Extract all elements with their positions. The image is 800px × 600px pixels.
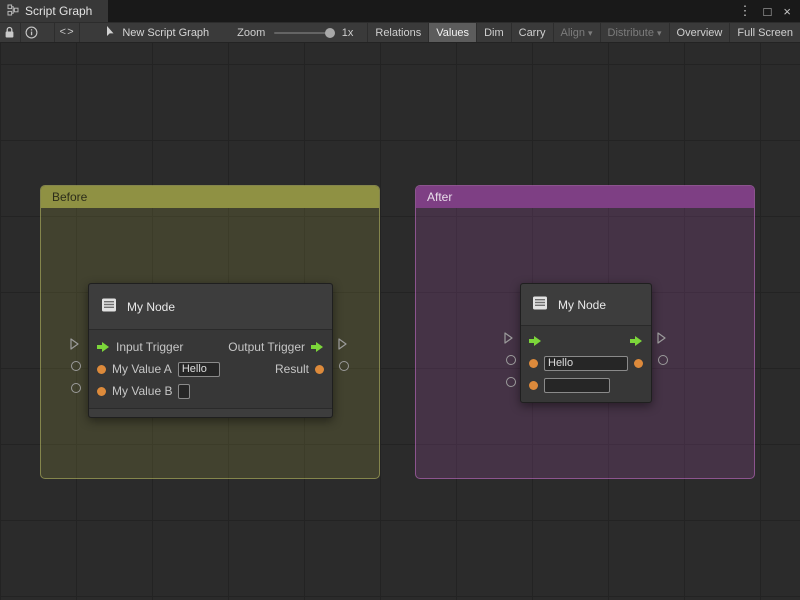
result-label: Result [275, 362, 309, 376]
tab-title: Script Graph [25, 4, 92, 18]
values-button[interactable]: Values [428, 23, 476, 42]
graph-toolbar: <> New Script Graph Zoom 1x Relations Va… [0, 22, 800, 43]
node-before[interactable]: My Node Input Trigger Output Trigger [88, 283, 333, 418]
distribute-label: Distribute [608, 27, 654, 39]
result-ext-port[interactable] [339, 361, 349, 371]
script-graph-window: Script Graph ⋮ □ × <> New Script Graph Z… [0, 0, 800, 600]
carry-button[interactable]: Carry [511, 23, 553, 42]
value-port-row [521, 374, 651, 396]
flow-output-ext-port[interactable] [657, 332, 666, 344]
group-before-header[interactable]: Before [41, 186, 379, 208]
flow-port-row: Input Trigger Output Trigger [89, 336, 332, 358]
node-icon [530, 293, 550, 316]
value-b-port-dot[interactable] [97, 387, 106, 396]
align-button: Align ▾ [553, 23, 600, 42]
toolbar-buttons: Relations Values Dim Carry Align ▾ Distr… [367, 23, 800, 42]
code-view-icon[interactable]: <> [55, 23, 80, 42]
cursor-icon [104, 25, 116, 41]
value-a-label: My Value A [112, 362, 172, 376]
maximize-icon[interactable]: □ [764, 4, 772, 19]
node-footer [89, 408, 332, 417]
value-b-ext-port[interactable] [71, 383, 81, 393]
toolbar-separator [79, 23, 80, 42]
value-b-label: My Value B [112, 384, 172, 398]
kebab-menu-icon[interactable]: ⋮ [739, 3, 752, 19]
window-controls: ⋮ □ × [739, 0, 800, 22]
zoom-value: 1x [342, 27, 354, 39]
tab-script-graph[interactable]: Script Graph [0, 0, 108, 22]
node-icon [99, 295, 119, 318]
flow-output-port-icon[interactable] [630, 336, 643, 346]
value-a-ext-port[interactable] [71, 361, 81, 371]
result-port-dot[interactable] [315, 365, 324, 374]
chevron-down-icon: ▾ [657, 28, 662, 39]
lock-icon[interactable] [0, 23, 20, 42]
overview-button[interactable]: Overview [669, 23, 730, 42]
graph-breadcrumb[interactable]: New Script Graph [104, 25, 209, 41]
flow-output-port-icon[interactable] [311, 342, 324, 352]
chevron-down-icon: ▾ [588, 28, 593, 39]
value-a-port-dot[interactable] [529, 359, 538, 368]
result-port-dot[interactable] [634, 359, 643, 368]
flow-input-ext-port[interactable] [70, 338, 79, 350]
group-after-header[interactable]: After [416, 186, 754, 208]
titlebar: Script Graph ⋮ □ × [0, 0, 800, 22]
fullscreen-button[interactable]: Full Screen [729, 23, 800, 42]
node-before-body: Input Trigger Output Trigger My Value A … [89, 330, 332, 408]
flow-input-port-icon[interactable] [97, 342, 110, 352]
result-ext-port[interactable] [658, 355, 668, 365]
flow-output-ext-port[interactable] [338, 338, 347, 350]
relations-button[interactable]: Relations [367, 23, 428, 42]
node-title: My Node [127, 300, 175, 314]
info-icon[interactable] [21, 23, 42, 42]
value-b-input[interactable] [544, 378, 610, 393]
graph-name-label: New Script Graph [122, 27, 209, 39]
value-port-row: My Value A Result [89, 358, 332, 380]
distribute-button: Distribute ▾ [600, 23, 669, 42]
close-icon[interactable]: × [783, 4, 791, 19]
value-a-input[interactable] [178, 362, 220, 377]
zoom-label: Zoom [237, 27, 265, 39]
node-before-header[interactable]: My Node [89, 284, 332, 330]
value-a-port-dot[interactable] [97, 365, 106, 374]
value-b-input[interactable] [178, 384, 190, 399]
flow-input-ext-port[interactable] [504, 332, 513, 344]
graph-canvas[interactable]: Before After My Node Input Trigger [0, 43, 800, 600]
value-port-row: My Value B [89, 380, 332, 402]
value-b-port-dot[interactable] [529, 381, 538, 390]
zoom-slider[interactable] [274, 32, 334, 34]
script-graph-icon [7, 4, 19, 19]
flow-input-port-icon[interactable] [529, 336, 542, 346]
value-port-row [521, 352, 651, 374]
group-after-label: After [427, 190, 452, 204]
group-before-label: Before [52, 190, 87, 204]
node-after[interactable]: My Node [520, 283, 652, 403]
node-title: My Node [558, 298, 606, 312]
node-after-body [521, 326, 651, 402]
value-b-ext-port[interactable] [506, 377, 516, 387]
align-label: Align [561, 27, 585, 39]
dim-button[interactable]: Dim [476, 23, 511, 42]
flow-port-row [521, 330, 651, 352]
value-a-ext-port[interactable] [506, 355, 516, 365]
value-a-input[interactable] [544, 356, 628, 371]
output-trigger-label: Output Trigger [228, 340, 305, 354]
zoom-slider-handle[interactable] [325, 28, 335, 38]
input-trigger-label: Input Trigger [116, 340, 183, 354]
node-after-header[interactable]: My Node [521, 284, 651, 326]
